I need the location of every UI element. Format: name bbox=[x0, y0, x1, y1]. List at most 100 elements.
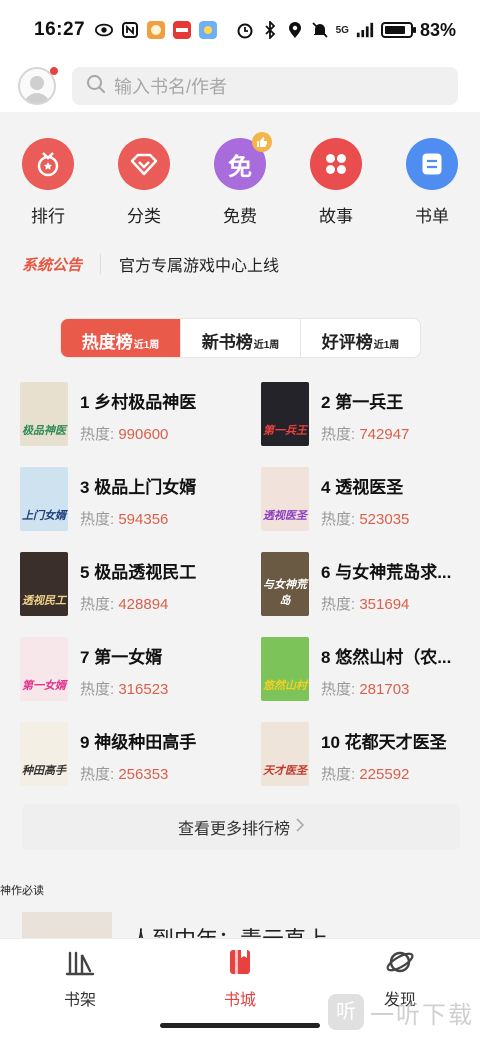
battery-icon bbox=[380, 22, 416, 38]
cover-title: 第一女婿 bbox=[22, 680, 66, 692]
book-title-text: 花都天才医圣 bbox=[344, 733, 447, 752]
status-right-icons: 5G 83% bbox=[236, 20, 456, 41]
heat-value: 523035 bbox=[359, 511, 410, 528]
tab-sub-label: 近1周 bbox=[373, 340, 400, 351]
heat-label: 热度: bbox=[80, 426, 119, 443]
heat-label: 热度: bbox=[80, 596, 119, 613]
category-label: 书单 bbox=[415, 207, 449, 226]
category-classify[interactable]: 分类 bbox=[104, 138, 184, 227]
ranking-info: 1 乡村极品神医 热度: 990600 bbox=[80, 382, 240, 448]
watermark-logo: 听 bbox=[328, 994, 364, 1030]
rank-number: 2 bbox=[321, 393, 331, 412]
rank-number: 3 bbox=[80, 478, 90, 497]
more-rankings-label: 查看更多排行榜 bbox=[177, 821, 290, 838]
book-title[interactable]: 人到中年：青云直上 bbox=[130, 922, 328, 938]
cover-title: 悠然山村 bbox=[263, 680, 307, 692]
book-title-text: 神级种田高手 bbox=[94, 733, 197, 752]
book-title: 6 与女神荒岛求... bbox=[321, 558, 480, 583]
ranking-item[interactable]: 第一兵王 2 第一兵王 热度: 742947 bbox=[261, 382, 480, 448]
book-cover: 天才医圣 bbox=[261, 722, 309, 786]
app-notification-icon bbox=[147, 21, 166, 39]
book-cover: 第一女婿 bbox=[20, 637, 68, 701]
tab-hot[interactable]: 热度榜 近1周 bbox=[61, 319, 180, 357]
ranking-item[interactable]: 上门女婿 3 极品上门女婿 热度: 594356 bbox=[20, 467, 240, 533]
ranking-item[interactable]: 极品神医 1 乡村极品神医 热度: 990600 bbox=[20, 382, 240, 448]
heat-label: 热度: bbox=[321, 766, 360, 783]
category-rank[interactable]: 排行 bbox=[8, 138, 88, 227]
ranking-tabs: 热度榜 近1周 新书榜 近1周 好评榜 近1周 bbox=[60, 318, 421, 358]
watermark: 听 一听下载 bbox=[328, 994, 474, 1030]
ranking-item[interactable]: 第一女婿 7 第一女婿 热度: 316523 bbox=[20, 637, 240, 703]
app-notification-icon bbox=[173, 21, 192, 39]
heat-value: 351694 bbox=[359, 596, 410, 613]
ranking-info: 2 第一兵王 热度: 742947 bbox=[321, 382, 480, 448]
rank-number: 1 bbox=[80, 393, 90, 412]
avatar-button[interactable] bbox=[18, 67, 58, 105]
ranking-item[interactable]: 种田高手 9 神级种田高手 热度: 256353 bbox=[20, 722, 240, 788]
nav-label: 书架 bbox=[63, 992, 96, 1009]
book-cover[interactable] bbox=[22, 912, 112, 938]
cover-title: 与女神荒岛 bbox=[263, 579, 307, 607]
book-title-text: 透视医圣 bbox=[335, 478, 404, 497]
category-story[interactable]: 故事 bbox=[296, 138, 376, 227]
category-label: 免费 bbox=[223, 207, 257, 226]
notification-dot bbox=[50, 67, 58, 75]
signal-icon bbox=[356, 21, 374, 39]
book-title: 1 乡村极品神医 bbox=[80, 388, 240, 413]
cover-title: 种田高手 bbox=[22, 765, 66, 777]
thumbs-up-icon bbox=[252, 132, 272, 152]
network-type: 5G bbox=[335, 24, 349, 36]
nav-bookshelf[interactable]: 书架 bbox=[40, 947, 120, 1010]
ranking-item[interactable]: 透视民工 5 极品透视民工 热度: 428894 bbox=[20, 552, 240, 618]
rank-number: 5 bbox=[80, 563, 90, 582]
book-title-text: 第一女婿 bbox=[94, 648, 163, 667]
book-title: 4 透视医圣 bbox=[321, 473, 480, 498]
ranking-item[interactable]: 天才医圣 10 花都天才医圣 热度: 225592 bbox=[261, 722, 480, 788]
book-cover: 极品神医 bbox=[20, 382, 68, 446]
book-cover: 第一兵王 bbox=[261, 382, 309, 446]
cover-title: 第一兵王 bbox=[263, 425, 307, 437]
ranking-item[interactable]: 透视医圣 4 透视医圣 热度: 523035 bbox=[261, 467, 480, 533]
section-title: 神作必读 bbox=[0, 885, 44, 897]
category-label: 排行 bbox=[31, 207, 65, 226]
bookstore-icon bbox=[225, 950, 255, 981]
heat-label: 热度: bbox=[321, 681, 360, 698]
category-booklist[interactable]: 书单 bbox=[392, 138, 472, 227]
cover-title: 上门女婿 bbox=[22, 510, 66, 522]
heat-line: 热度: 316523 bbox=[80, 678, 240, 699]
book-title: 9 神级种田高手 bbox=[80, 728, 240, 753]
tab-label: 好评榜 bbox=[321, 333, 373, 352]
book-title: 7 第一女婿 bbox=[80, 643, 240, 668]
home-indicator[interactable] bbox=[160, 1023, 320, 1028]
heat-label: 热度: bbox=[321, 426, 360, 443]
heat-label: 热度: bbox=[80, 681, 119, 698]
tab-label: 热度榜 bbox=[81, 333, 133, 352]
category-free[interactable]: 免 免费 bbox=[200, 132, 280, 227]
book-title: 5 极品透视民工 bbox=[80, 558, 240, 583]
book-cover: 与女神荒岛 bbox=[261, 552, 309, 616]
book-cover: 悠然山村 bbox=[261, 637, 309, 701]
heat-line: 热度: 523035 bbox=[321, 508, 480, 529]
more-rankings-button[interactable]: 查看更多排行榜 bbox=[22, 804, 460, 850]
search-input[interactable]: 输入书名/作者 bbox=[72, 67, 458, 105]
ranking-item[interactable]: 与女神荒岛 6 与女神荒岛求... 热度: 351694 bbox=[261, 552, 480, 618]
heat-line: 热度: 351694 bbox=[321, 593, 480, 614]
system-notice[interactable]: 系统公告 官方专属游戏中心上线 bbox=[22, 252, 279, 276]
status-left-icons bbox=[95, 21, 218, 39]
nav-bookstore[interactable]: 书城 bbox=[200, 947, 280, 1010]
search-icon bbox=[86, 74, 106, 99]
tab-rated[interactable]: 好评榜 近1周 bbox=[300, 319, 420, 357]
heat-line: 热度: 281703 bbox=[321, 678, 480, 699]
ranking-item[interactable]: 悠然山村 8 悠然山村（农... 热度: 281703 bbox=[261, 637, 480, 703]
rank-number: 4 bbox=[321, 478, 331, 497]
mute-bell-icon bbox=[311, 21, 329, 39]
ranking-info: 7 第一女婿 热度: 316523 bbox=[80, 637, 240, 703]
tab-new[interactable]: 新书榜 近1周 bbox=[180, 319, 300, 357]
heat-line: 热度: 990600 bbox=[80, 423, 240, 444]
book-cover: 透视民工 bbox=[20, 552, 68, 616]
top-header: 输入书名/作者 bbox=[0, 60, 480, 112]
heat-line: 热度: 256353 bbox=[80, 763, 240, 784]
ranking-info: 4 透视医圣 热度: 523035 bbox=[321, 467, 480, 533]
bookstore-content: 排行 分类 免 免费 故事 书单 系统公告 官方专属游戏中心上线 热度榜 近1周… bbox=[0, 112, 480, 938]
book-title-text: 极品上门女婿 bbox=[94, 478, 197, 497]
